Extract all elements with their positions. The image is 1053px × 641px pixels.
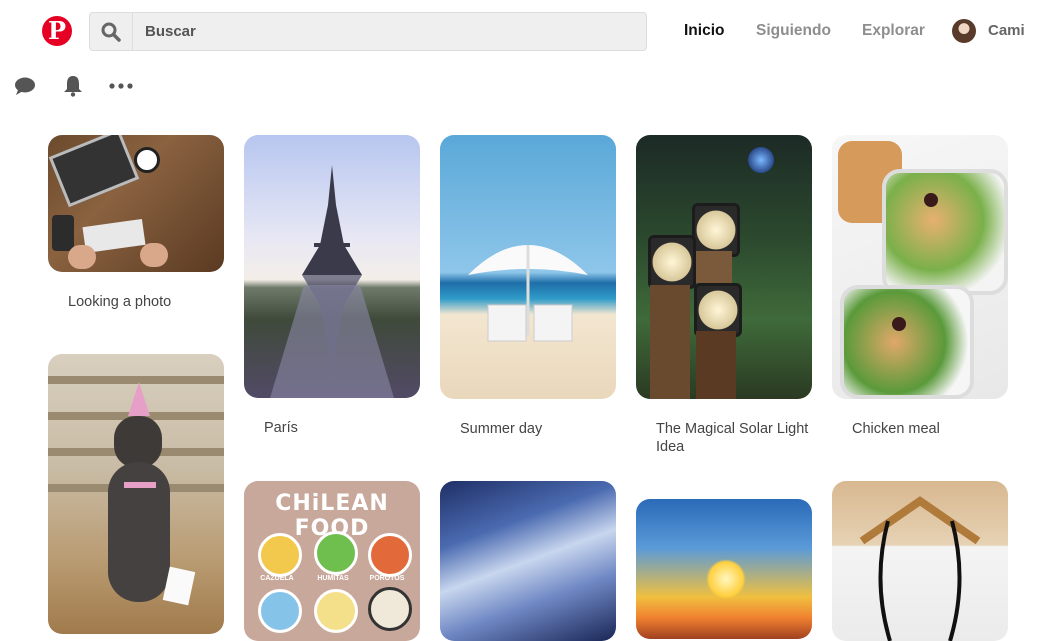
more-icon[interactable] <box>109 74 133 98</box>
pin-image-beach[interactable] <box>440 135 616 399</box>
pin-image-chilean-food[interactable]: CHiLEAN FOOD CAZUELA HUMITAS POROTOS <box>244 481 420 641</box>
pin-caption: París <box>264 420 298 436</box>
dish-label: POROTOS <box>369 575 405 582</box>
pin-image-sunset-splash[interactable] <box>636 499 812 639</box>
pin-image-eiffel[interactable] <box>244 135 420 398</box>
user-name[interactable]: Cami <box>988 22 1025 39</box>
pin-caption: The Magical Solar Light Idea <box>656 421 809 455</box>
nav-explore[interactable]: Explorar <box>862 22 925 40</box>
pin-image-necklace[interactable] <box>832 481 1008 641</box>
pin-image-desk[interactable] <box>48 135 224 272</box>
nav-home[interactable]: Inicio <box>684 22 724 40</box>
search-bar[interactable] <box>89 12 647 51</box>
search-input[interactable] <box>133 22 627 41</box>
bell-icon[interactable] <box>61 74 85 98</box>
dish-label: CAZUELA <box>260 575 294 582</box>
pin-image-clouds[interactable] <box>440 481 616 641</box>
search-icon[interactable] <box>90 13 133 50</box>
avatar[interactable] <box>952 19 976 43</box>
pin-image-chicken-meal[interactable] <box>832 135 1008 399</box>
pin-image-poodle[interactable] <box>48 354 224 634</box>
pin-image-solar-lights[interactable] <box>636 135 812 399</box>
nav-following[interactable]: Siguiendo <box>756 22 831 40</box>
dish-label: HUMITAS <box>317 575 349 582</box>
pin-caption: Summer day <box>460 421 543 437</box>
chat-icon[interactable] <box>13 74 37 98</box>
pinterest-logo[interactable]: P <box>42 16 72 46</box>
pin-caption: Chicken meal <box>852 421 940 437</box>
pin-caption: Looking a photo <box>68 294 172 310</box>
